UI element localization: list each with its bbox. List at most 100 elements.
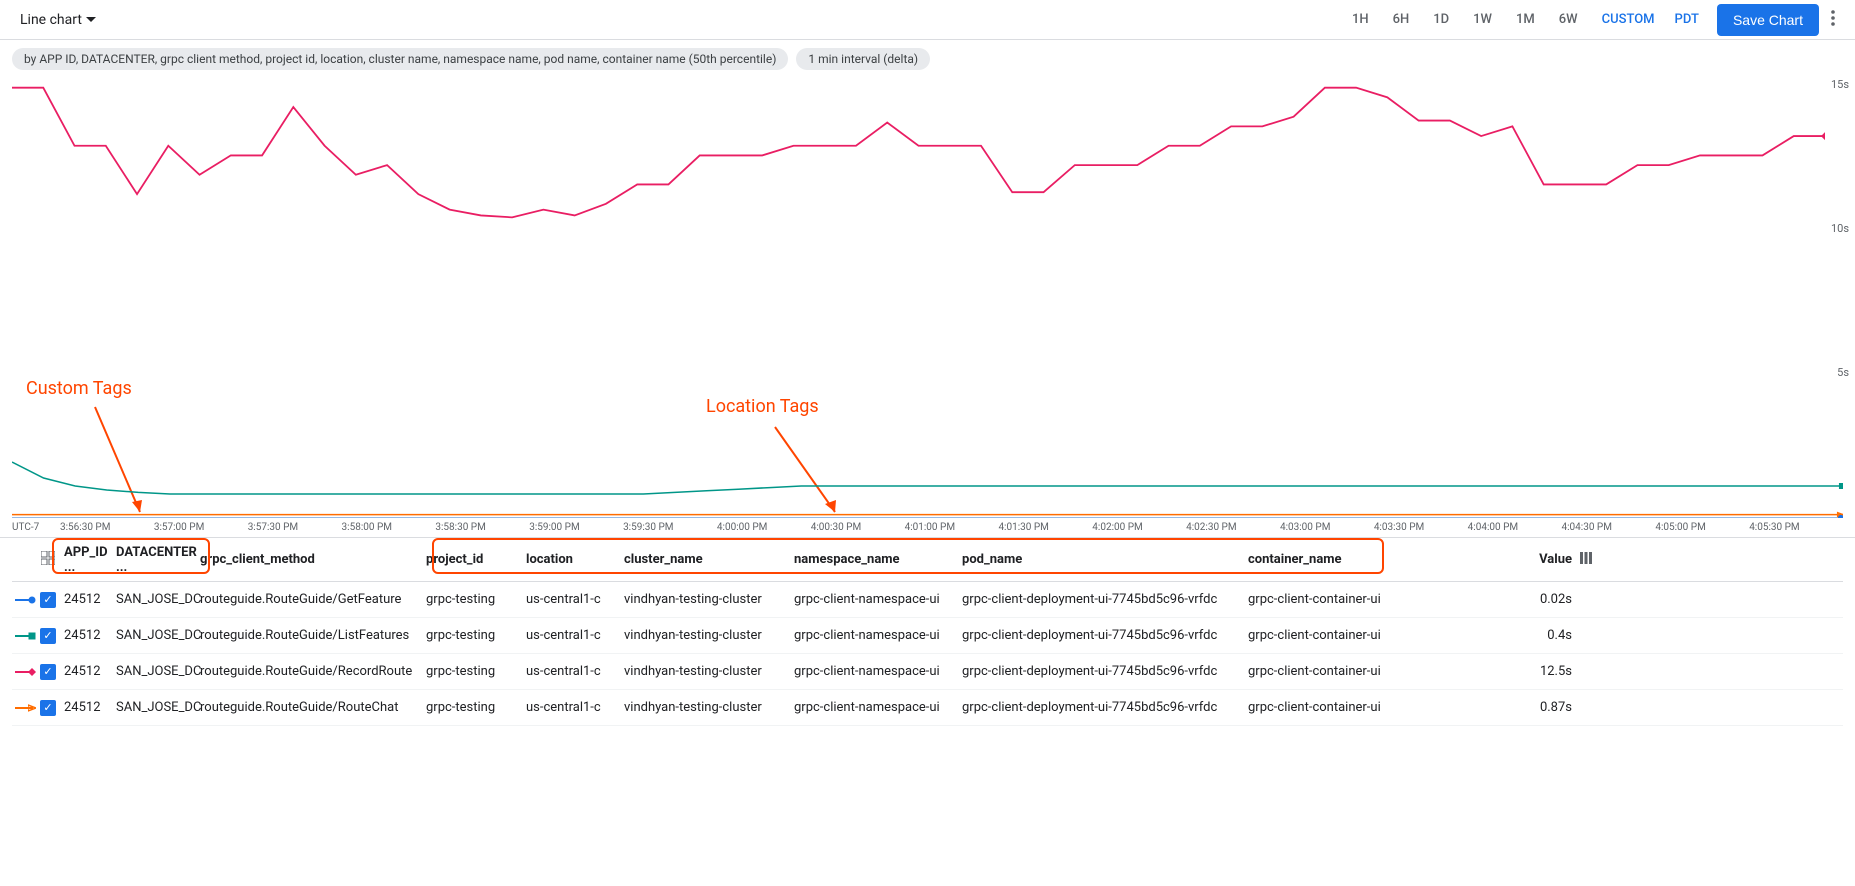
cell-pod: grpc-client-deployment-ui-7745bd5c96-vrf… (962, 700, 1248, 715)
x-tick-label: 4:03:30 PM (1374, 522, 1468, 533)
table-header-row: APP_ID ... DATACENTER ... grpc_client_me… (12, 538, 1843, 582)
x-tick-label: 4:01:30 PM (998, 522, 1092, 533)
overview-chart[interactable]: 0 (12, 458, 1843, 518)
cell-method: routeguide.RouteGuide/RecordRoute (200, 664, 426, 679)
cell-cluster: vindhyan-testing-cluster (624, 628, 794, 643)
time-range-group: 1H6H1D1W1M6WCUSTOM (1342, 6, 1665, 33)
table-row[interactable]: ✓ 24512 SAN_JOSE_DC routeguide.RouteGuid… (12, 654, 1843, 690)
y-tick-label: 10s (1831, 222, 1849, 235)
x-tick-label: 4:05:30 PM (1749, 522, 1843, 533)
cell-cluster: vindhyan-testing-cluster (624, 664, 794, 679)
x-tick-label: 4:00:30 PM (811, 522, 905, 533)
cell-value: 0.87s (1516, 700, 1572, 715)
time-range-1w[interactable]: 1W (1463, 6, 1502, 33)
time-range-1d[interactable]: 1D (1423, 6, 1459, 33)
cell-pod: grpc-client-deployment-ui-7745bd5c96-vrf… (962, 664, 1248, 679)
annotation-location-tags-label: Location Tags (706, 396, 819, 417)
x-tick-label: 4:05:00 PM (1655, 522, 1749, 533)
cell-container: grpc-client-container-ui (1248, 592, 1516, 607)
col-header-namespace[interactable]: namespace_name (794, 552, 962, 567)
cell-value: 0.02s (1516, 592, 1572, 607)
row-checkbox[interactable]: ✓ (40, 664, 56, 680)
chart-type-dropdown[interactable]: Line chart (12, 6, 104, 34)
x-tick-label: 4:02:30 PM (1186, 522, 1280, 533)
row-checkbox[interactable]: ✓ (40, 700, 56, 716)
grid-icon[interactable] (41, 551, 55, 569)
cell-container: grpc-client-container-ui (1248, 628, 1516, 643)
x-axis-timezone: UTC-7 (12, 522, 60, 533)
cell-location: us-central1-c (526, 700, 624, 715)
x-tick-label: 4:00:00 PM (717, 522, 811, 533)
cell-method: routeguide.RouteGuide/RouteChat (200, 700, 426, 715)
x-tick-label: 3:58:30 PM (435, 522, 529, 533)
x-tick-label: 3:57:00 PM (154, 522, 248, 533)
x-tick-label: 3:59:30 PM (623, 522, 717, 533)
cell-method: routeguide.RouteGuide/GetFeature (200, 592, 426, 607)
table-row[interactable]: ✓ 24512 SAN_JOSE_DC routeguide.RouteGuid… (12, 582, 1843, 618)
main-chart[interactable]: 15s 10s 5s (12, 78, 1825, 378)
series-marker-icon (15, 671, 33, 673)
col-header-pod[interactable]: pod_name (962, 552, 1248, 567)
table-row[interactable]: ✓ 24512 SAN_JOSE_DC routeguide.RouteGuid… (12, 618, 1843, 654)
overflow-menu-icon[interactable] (1823, 2, 1843, 38)
cell-namespace: grpc-client-namespace-ui (794, 664, 962, 679)
timezone-toggle[interactable]: PDT (1665, 6, 1709, 33)
y-tick-label: 15s (1831, 78, 1849, 91)
cell-project: grpc-testing (426, 664, 526, 679)
cell-container: grpc-client-container-ui (1248, 700, 1516, 715)
col-header-container[interactable]: container_name (1248, 552, 1516, 567)
cell-container: grpc-client-container-ui (1248, 664, 1516, 679)
cell-pod: grpc-client-deployment-ui-7745bd5c96-vrf… (962, 592, 1248, 607)
cell-appid: 24512 (60, 628, 116, 643)
legend-table: APP_ID ... DATACENTER ... grpc_client_me… (12, 538, 1843, 726)
x-tick-label: 4:04:30 PM (1562, 522, 1656, 533)
cell-datacenter: SAN_JOSE_DC (116, 628, 200, 643)
cell-cluster: vindhyan-testing-cluster (624, 592, 794, 607)
cell-cluster: vindhyan-testing-cluster (624, 700, 794, 715)
cell-datacenter: SAN_JOSE_DC (116, 700, 200, 715)
cell-project: grpc-testing (426, 628, 526, 643)
row-checkbox[interactable]: ✓ (40, 628, 56, 644)
groupby-pill[interactable]: by APP ID, DATACENTER, grpc client metho… (12, 48, 788, 70)
cell-namespace: grpc-client-namespace-ui (794, 700, 962, 715)
x-tick-label: 3:57:30 PM (248, 522, 342, 533)
cell-location: us-central1-c (526, 664, 624, 679)
col-header-project[interactable]: project_id (426, 552, 526, 567)
interval-pill[interactable]: 1 min interval (delta) (796, 48, 930, 70)
columns-settings-icon[interactable] (1572, 552, 1592, 568)
cell-appid: 24512 (60, 592, 116, 607)
filter-pills-row: by APP ID, DATACENTER, grpc client metho… (0, 40, 1855, 78)
cell-project: grpc-testing (426, 700, 526, 715)
cell-appid: 24512 (60, 664, 116, 679)
chevron-down-icon (86, 17, 96, 22)
chart-type-label: Line chart (20, 12, 82, 28)
col-header-cluster[interactable]: cluster_name (624, 552, 794, 567)
col-header-location[interactable]: location (526, 552, 624, 567)
x-tick-label: 3:58:00 PM (342, 522, 436, 533)
col-header-value[interactable]: Value (1516, 552, 1572, 567)
header-bar: Line chart 1H6H1D1W1M6WCUSTOM PDT Save C… (0, 0, 1855, 40)
col-header-appid[interactable]: APP_ID ... (60, 545, 116, 575)
col-header-datacenter[interactable]: DATACENTER ... (116, 545, 200, 575)
cell-method: routeguide.RouteGuide/ListFeatures (200, 628, 426, 643)
time-range-6h[interactable]: 6H (1383, 6, 1420, 33)
annotation-layer: Custom Tags Location Tags (0, 378, 1855, 458)
cell-location: us-central1-c (526, 592, 624, 607)
cell-namespace: grpc-client-namespace-ui (794, 592, 962, 607)
time-range-1h[interactable]: 1H (1342, 6, 1379, 33)
row-checkbox[interactable]: ✓ (40, 592, 56, 608)
col-header-method[interactable]: grpc_client_method (200, 552, 426, 567)
series-marker-icon (15, 599, 33, 601)
x-tick-label: 3:59:00 PM (529, 522, 623, 533)
time-range-1m[interactable]: 1M (1506, 6, 1545, 33)
save-chart-button[interactable]: Save Chart (1717, 4, 1819, 36)
time-range-6w[interactable]: 6W (1549, 6, 1588, 33)
x-tick-label: 4:01:00 PM (905, 522, 999, 533)
series-marker-icon (15, 707, 33, 709)
cell-location: us-central1-c (526, 628, 624, 643)
cell-datacenter: SAN_JOSE_DC (116, 592, 200, 607)
annotation-custom-tags-label: Custom Tags (26, 378, 132, 399)
time-range-custom[interactable]: CUSTOM (1592, 6, 1665, 33)
cell-project: grpc-testing (426, 592, 526, 607)
table-row[interactable]: ✓ 24512 SAN_JOSE_DC routeguide.RouteGuid… (12, 690, 1843, 726)
